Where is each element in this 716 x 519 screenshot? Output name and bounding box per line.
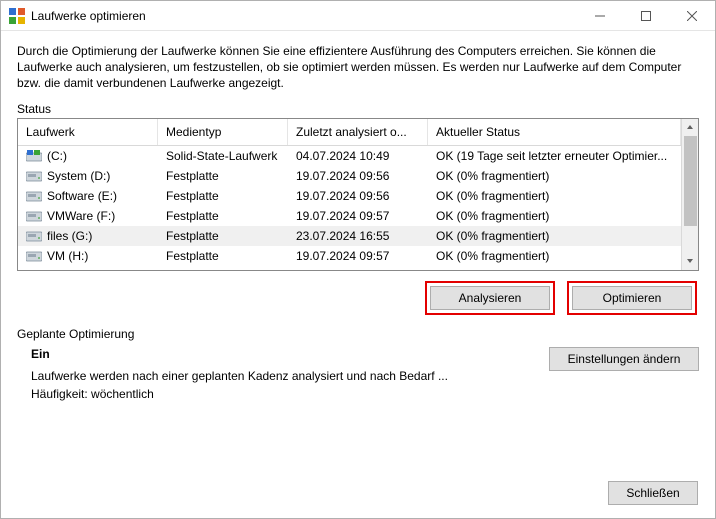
cell-analyzed: 19.07.2024 09:57 [288, 206, 428, 226]
cell-drive: System (D:) [18, 166, 158, 186]
cell-state: OK (0% fragmentiert) [428, 266, 681, 270]
table-row[interactable]: System (D:) Festplatte19.07.2024 09:56OK … [18, 166, 681, 186]
col-state[interactable]: Aktueller Status [428, 119, 681, 145]
drive-icon [26, 170, 42, 182]
cell-media: Festplatte [158, 266, 288, 270]
col-media[interactable]: Medientyp [158, 119, 288, 145]
drive-list: Laufwerk Medientyp Zuletzt analysiert o.… [17, 118, 699, 271]
col-drive[interactable]: Laufwerk [18, 119, 158, 145]
drive-icon [26, 250, 42, 262]
change-settings-button[interactable]: Einstellungen ändern [549, 347, 699, 371]
window-title: Laufwerke optimieren [31, 9, 146, 23]
drive-name: Software (E:) [47, 189, 117, 203]
cell-media: Solid-State-Laufwerk [158, 146, 288, 166]
intro-text: Durch die Optimierung der Laufwerke könn… [17, 43, 699, 92]
scheduled-label: Geplante Optimierung [17, 327, 699, 341]
maximize-button[interactable] [623, 1, 669, 31]
cell-media: Festplatte [158, 246, 288, 266]
cell-state: OK (0% fragmentiert) [428, 206, 681, 226]
cell-media: Festplatte [158, 166, 288, 186]
optimize-highlight: Optimieren [567, 281, 697, 315]
drive-actions: Analysieren Optimieren [17, 271, 699, 327]
drive-icon [26, 190, 42, 202]
drive-icon [26, 230, 42, 242]
cell-media: Festplatte [158, 206, 288, 226]
table-row[interactable]: VMWare (F:) Festplatte19.07.2024 09:57OK … [18, 206, 681, 226]
cell-drive: VM (H:) [18, 246, 158, 266]
scheduled-freq-value: wöchentlich [91, 387, 154, 401]
scroll-up-arrow[interactable] [682, 119, 699, 136]
table-row[interactable]: files (G:) Festplatte23.07.2024 16:55OK (… [18, 226, 681, 246]
drive-name: VM (H:) [47, 249, 88, 263]
cell-state: OK (0% fragmentiert) [428, 166, 681, 186]
cell-analyzed: 04.07.2024 10:49 [288, 146, 428, 166]
minimize-button[interactable] [577, 1, 623, 31]
titlebar: Laufwerke optimieren [1, 1, 715, 31]
drive-name: (I:) [47, 269, 62, 270]
cell-analyzed: 19.07.2024 09:57 [288, 266, 428, 270]
scroll-down-arrow[interactable] [682, 253, 699, 270]
scheduled-info: Ein Laufwerke werden nach einer geplante… [17, 345, 549, 403]
cell-state: OK (0% fragmentiert) [428, 226, 681, 246]
optimize-button[interactable]: Optimieren [572, 286, 692, 310]
scheduled-desc: Laufwerke werden nach einer geplanten Ka… [31, 367, 549, 385]
close-dialog-button[interactable]: Schließen [608, 481, 698, 505]
drive-name: VMWare (F:) [47, 209, 115, 223]
drive-icon [26, 210, 42, 222]
cell-drive: (I:) [18, 266, 158, 270]
scroll-track[interactable] [682, 136, 699, 253]
cell-analyzed: 19.07.2024 09:57 [288, 246, 428, 266]
cell-state: OK (0% fragmentiert) [428, 246, 681, 266]
cell-analyzed: 19.07.2024 09:56 [288, 186, 428, 206]
drive-name: (C:) [47, 149, 67, 163]
col-analyzed[interactable]: Zuletzt analysiert o... [288, 119, 428, 145]
cell-drive: VMWare (F:) [18, 206, 158, 226]
vertical-scrollbar[interactable] [681, 119, 698, 270]
scheduled-state: Ein [31, 345, 549, 363]
cell-drive: files (G:) [18, 226, 158, 246]
cell-state: OK (0% fragmentiert) [428, 186, 681, 206]
cell-drive: (C:) [18, 146, 158, 166]
cell-state: OK (19 Tage seit letzter erneuter Optimi… [428, 146, 681, 166]
cell-media: Festplatte [158, 226, 288, 246]
cell-analyzed: 23.07.2024 16:55 [288, 226, 428, 246]
scheduled-freq: Häufigkeit: wöchentlich [31, 385, 549, 403]
cell-analyzed: 19.07.2024 09:56 [288, 166, 428, 186]
table-row[interactable]: (I:) Festplatte19.07.2024 09:57OK (0% fra… [18, 266, 681, 270]
table-row[interactable]: (C:) Solid-State-Laufwerk04.07.2024 10:49… [18, 146, 681, 166]
analyze-highlight: Analysieren [425, 281, 555, 315]
close-button[interactable] [669, 1, 715, 31]
cell-media: Festplatte [158, 186, 288, 206]
drive-icon [26, 150, 42, 162]
table-row[interactable]: Software (E:) Festplatte19.07.2024 09:56O… [18, 186, 681, 206]
cell-drive: Software (E:) [18, 186, 158, 206]
scroll-thumb[interactable] [684, 136, 697, 226]
analyze-button[interactable]: Analysieren [430, 286, 550, 310]
defrag-app-icon [9, 8, 25, 24]
scheduled-freq-label: Häufigkeit: [31, 387, 88, 401]
drive-name: System (D:) [47, 169, 110, 183]
list-header: Laufwerk Medientyp Zuletzt analysiert o.… [18, 119, 681, 146]
drive-name: files (G:) [47, 229, 92, 243]
table-row[interactable]: VM (H:) Festplatte19.07.2024 09:57OK (0% … [18, 246, 681, 266]
status-label: Status [17, 102, 699, 116]
